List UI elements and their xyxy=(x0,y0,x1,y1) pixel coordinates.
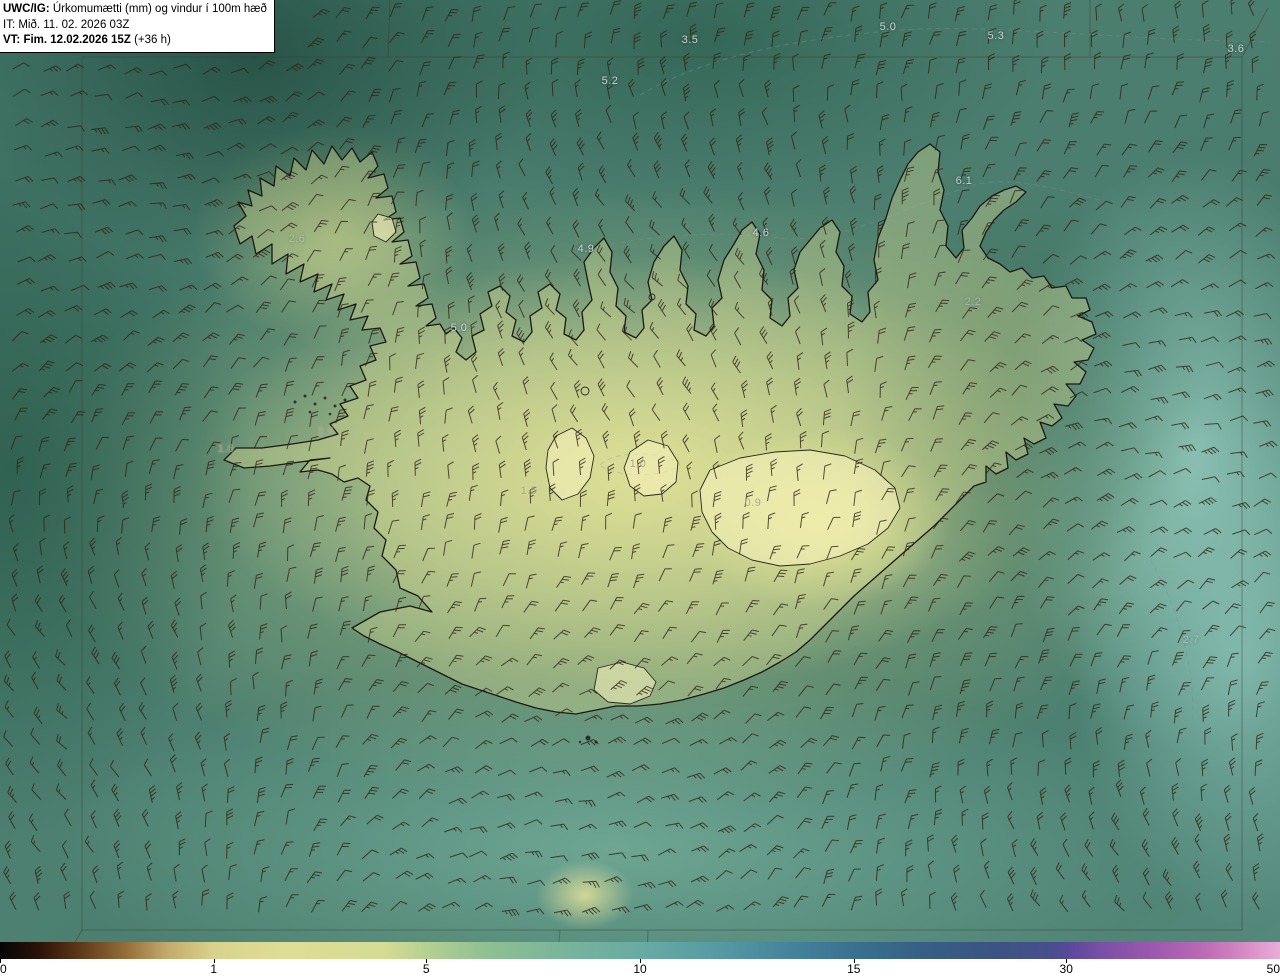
iceland-coastline xyxy=(223,143,1097,715)
map-canvas: 3.5 5.0 5.3 3.6 5.2 6.1 4.6 4.9 2.6 2.2 5.0 2.5 1.6 1… xyxy=(0,0,1280,942)
colorbar-labels: 0 1 5 10 15 30 50 xyxy=(0,959,1280,978)
title-line-init-time: IT: Mið. 11. 02. 2026 03Z xyxy=(3,18,130,31)
title-line-valid-time: VT: Fim. 12.02.2026 15Z (+36 h) xyxy=(3,33,267,49)
map-title-box: UWC/IG: Úrkomumætti (mm) og vindur í 100… xyxy=(0,0,275,53)
product-id: UWC/IG: xyxy=(3,3,50,15)
colorbar-tick-label: 10 xyxy=(633,962,647,976)
weather-map-product: 3.5 5.0 5.3 3.6 5.2 6.1 4.6 4.9 2.6 2.2 5.0 2.5 1.6 1… xyxy=(0,0,1280,978)
product-description: Úrkomumætti (mm) og vindur í 100m hæð xyxy=(52,3,267,15)
valid-time: VT: Fim. 12.02.2026 15Z xyxy=(3,34,131,47)
colorbar-tick-label: 50 xyxy=(1266,962,1280,976)
colorbar-tick-label: 5 xyxy=(422,962,430,976)
map-vector-layers xyxy=(3,0,1278,942)
colorbar-tick-label: 15 xyxy=(847,962,861,976)
colorbar-gradient xyxy=(0,942,1280,959)
colorbar-tick-label: 0 xyxy=(0,962,7,976)
title-line-product: UWC/IG: Úrkomumætti (mm) og vindur í 100… xyxy=(3,2,267,18)
colorbar: 0 1 5 10 15 30 50 xyxy=(0,942,1280,978)
colorbar-tick-label: 30 xyxy=(1059,962,1073,976)
forecast-lead: (+36 h) xyxy=(134,34,171,47)
colorbar-tick-label: 1 xyxy=(210,962,218,976)
